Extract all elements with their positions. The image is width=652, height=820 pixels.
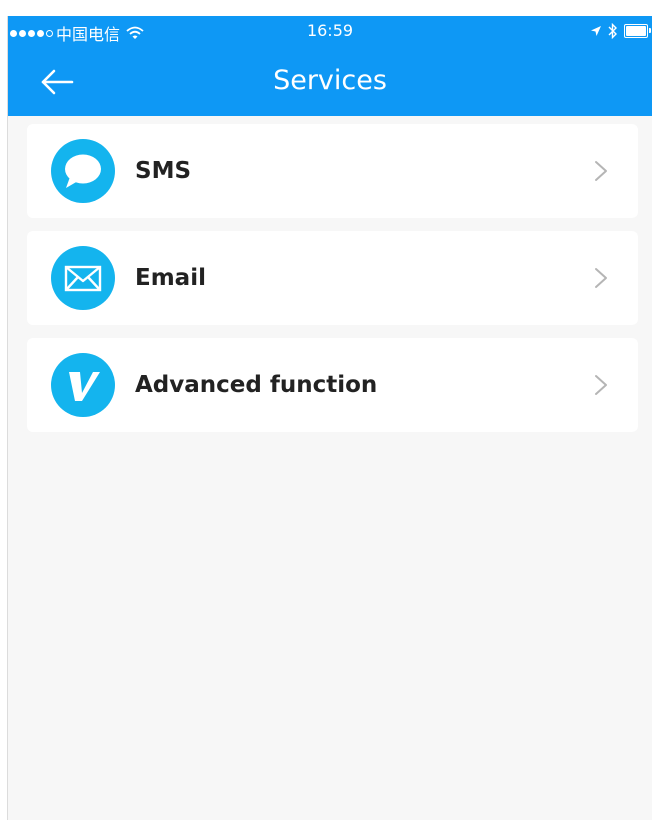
location-arrow-icon [591, 26, 601, 36]
bluetooth-icon [608, 23, 617, 39]
service-label-advanced-function: Advanced function [135, 372, 378, 398]
service-label-sms: SMS [135, 158, 192, 184]
status-indicators [590, 23, 651, 39]
chevron-right-icon [595, 375, 607, 395]
status-time: 16:59 [306, 21, 354, 40]
envelope-icon [51, 246, 115, 310]
battery-icon [624, 24, 651, 38]
service-item-advanced-function[interactable]: Advanced function [27, 338, 638, 432]
v-badge-icon [51, 353, 115, 417]
service-item-sms[interactable]: SMS [27, 124, 638, 218]
page-title: Services [273, 65, 387, 96]
app-header: 中国电信 16:59 Services [8, 16, 652, 116]
app-screen: 中国电信 16:59 Services SMS Email Advanced f… [8, 16, 652, 820]
service-label-email: Email [135, 265, 206, 291]
service-item-email[interactable]: Email [27, 231, 638, 325]
chevron-right-icon [595, 161, 607, 181]
chat-bubble-icon [51, 139, 115, 203]
status-bar: 中国电信 16:59 [8, 16, 652, 50]
services-list: SMS Email Advanced function [27, 124, 638, 445]
chevron-right-icon [595, 268, 607, 288]
